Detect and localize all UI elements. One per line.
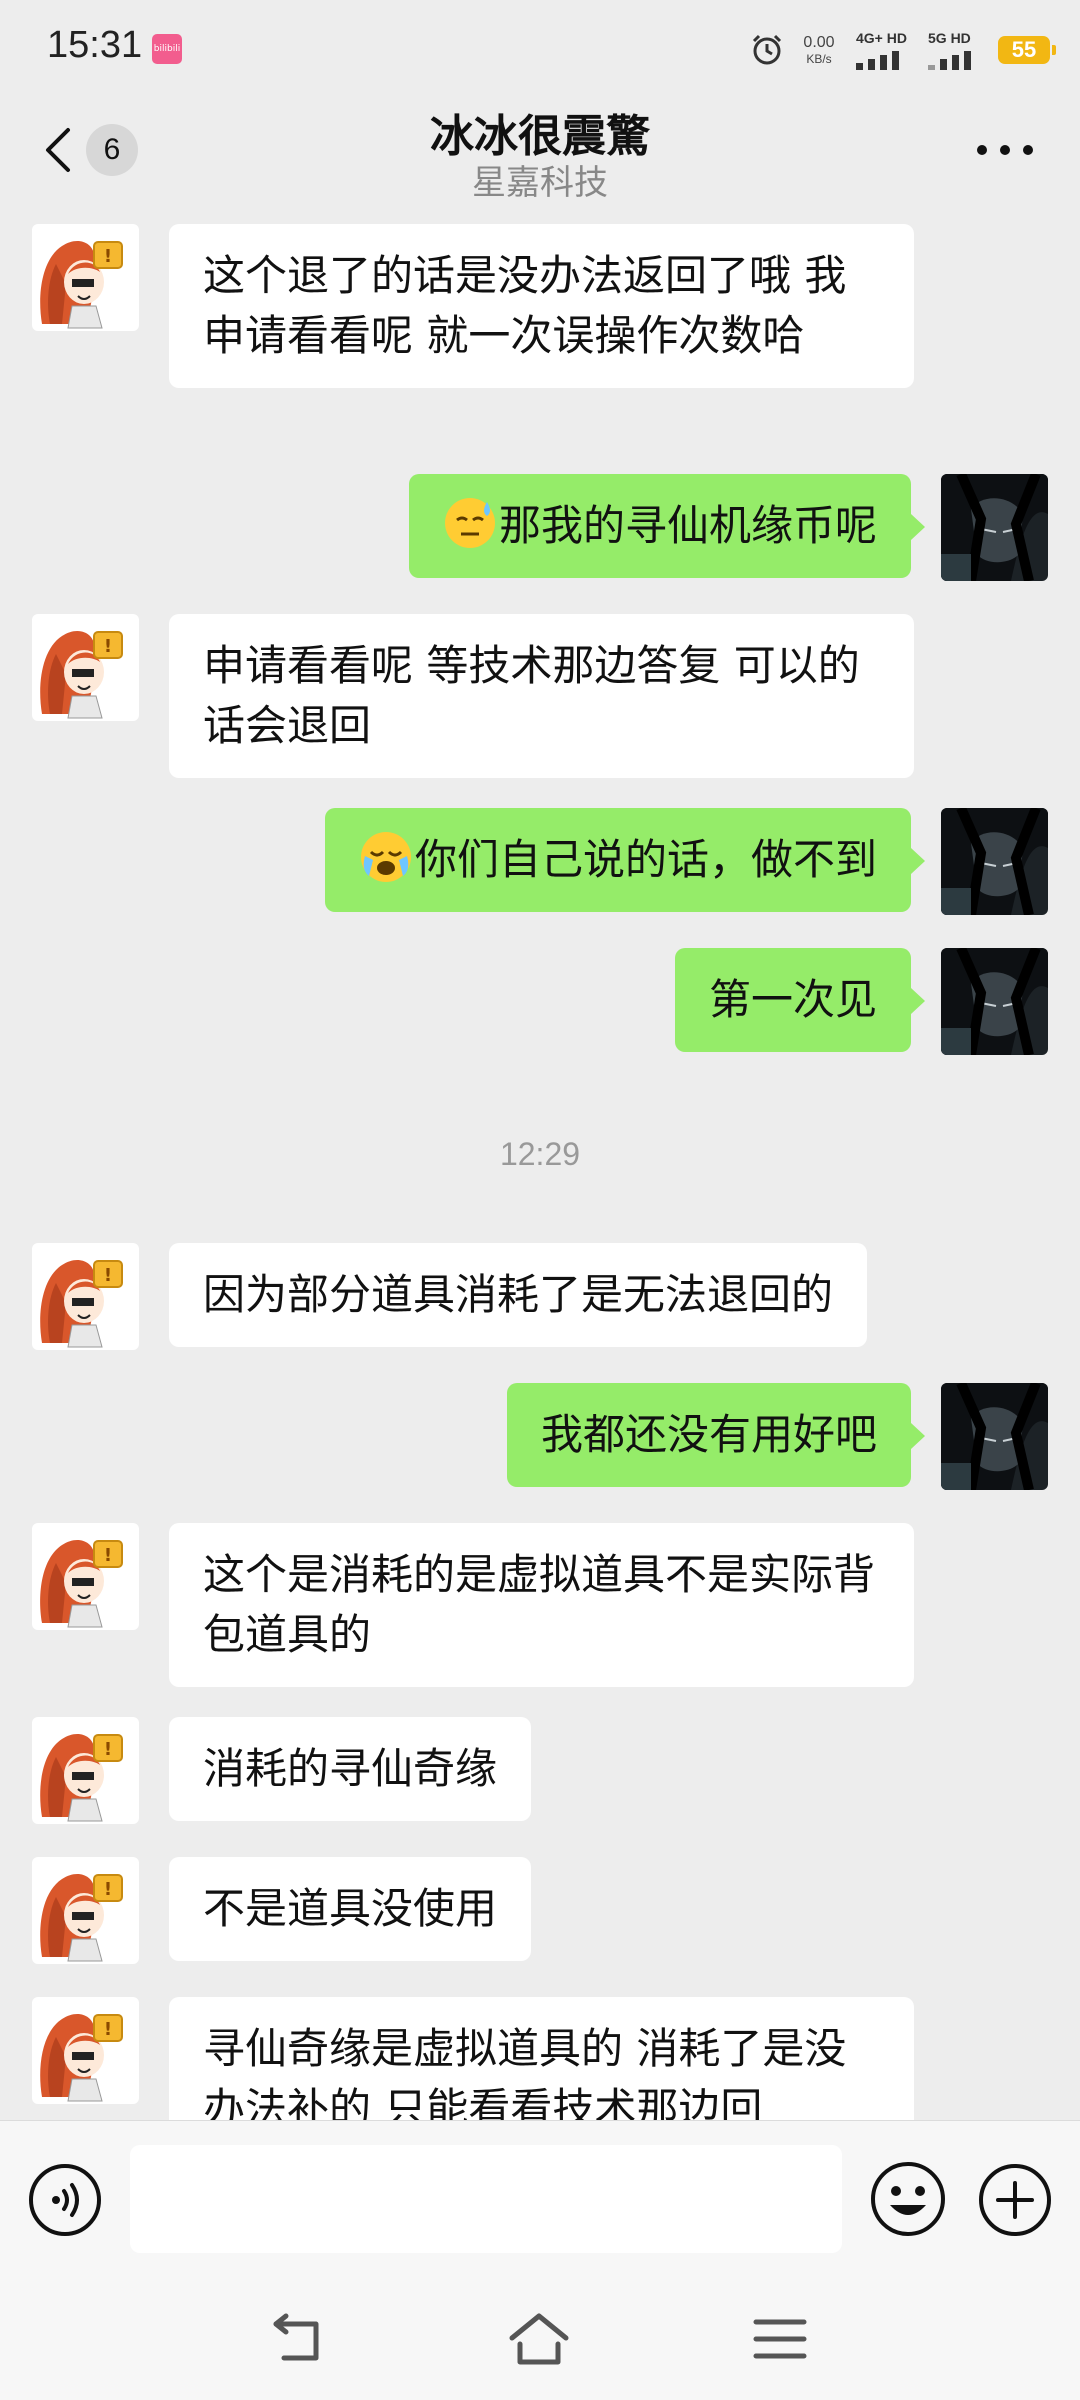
message-bubble[interactable]: 消耗的寻仙奇缘	[169, 1717, 532, 1821]
chat-header: 6 冰冰很震驚 星嘉科技	[0, 100, 1080, 203]
nav-menu-icon[interactable]	[752, 2314, 808, 2364]
user-avatar[interactable]	[941, 1383, 1048, 1490]
message-bubble[interactable]: 我都还没有用好吧	[506, 1383, 926, 1487]
user-avatar[interactable]	[941, 474, 1048, 581]
message-bubble[interactable]: 申请看看呢 等技术那边答复 可以的话会退回	[169, 614, 914, 778]
plus-circle-icon[interactable]	[978, 2163, 1052, 2237]
sim2-label: 5G HD	[928, 30, 971, 46]
contact-avatar[interactable]	[32, 1997, 139, 2104]
net-speed: 0.00 KB/s	[796, 34, 842, 66]
message-bubble[interactable]: 你们自己说的话，做不到	[324, 808, 926, 912]
user-avatar[interactable]	[941, 948, 1048, 1055]
message-bubble[interactable]: 第一次见	[674, 948, 926, 1052]
message-bubble[interactable]: 不是道具没使用	[169, 1857, 532, 1961]
message-text: 那我的寻仙机缘币呢	[498, 501, 877, 550]
back-button[interactable]: 6	[38, 120, 158, 180]
sim1-signal: 4G+ HD	[854, 30, 914, 70]
message-bubble[interactable]: 那我的寻仙机缘币呢	[408, 474, 926, 578]
status-indicators: 0.00 KB/s 4G+ HD 5G HD 55	[750, 28, 1056, 72]
contact-avatar[interactable]	[32, 614, 139, 721]
status-bar: 15:31 bilibili 0.00 KB/s 4G+ HD 5G HD 55	[0, 0, 1080, 100]
alarm-icon	[752, 34, 782, 65]
message-text: 你们自己说的话，做不到	[414, 835, 877, 884]
nav-back-icon[interactable]	[268, 2312, 332, 2368]
sweat-face-emoji	[443, 496, 497, 550]
message-bubble[interactable]: 寻仙奇缘是虚拟道具的 消耗了是没办法补的 只能看看技术那边回	[169, 1997, 914, 2120]
bilibili-app-icon: bilibili	[152, 34, 182, 64]
chevron-left-icon	[46, 128, 70, 172]
contact-avatar[interactable]	[32, 1857, 139, 1964]
time-separator: 12:29	[499, 1136, 581, 1172]
chat-subtitle: 星嘉科技	[472, 163, 608, 203]
net-speed-unit: KB/s	[806, 52, 832, 66]
user-avatar[interactable]	[941, 808, 1048, 915]
net-speed-value: 0.00	[803, 34, 835, 51]
message-bubble[interactable]: 因为部分道具消耗了是无法退回的	[169, 1243, 868, 1347]
sim1-label: 4G+ HD	[856, 30, 907, 46]
signal-bars-icon	[928, 51, 971, 70]
sim2-signal: 5G HD	[926, 30, 986, 70]
message-list[interactable]: 这个退了的话是没办法返回了哦 我申请看看呢 就一次误操作次数哈 那我的寻仙机缘币…	[0, 200, 1080, 2120]
contact-avatar[interactable]	[32, 1243, 139, 1350]
message-bubble[interactable]: 这个退了的话是没办法返回了哦 我申请看看呢 就一次误操作次数哈	[169, 224, 914, 388]
message-input[interactable]	[130, 2145, 842, 2253]
status-time: 15:31	[47, 24, 143, 66]
contact-avatar[interactable]	[32, 224, 139, 331]
system-nav-bar	[0, 2280, 1080, 2400]
contact-avatar[interactable]	[32, 1717, 139, 1824]
nav-home-icon[interactable]	[506, 2310, 572, 2368]
chat-input-bar	[0, 2120, 1080, 2281]
message-bubble[interactable]: 这个是消耗的是虚拟道具不是实际背包道具的	[169, 1523, 914, 1687]
signal-bars-icon	[856, 51, 899, 70]
more-dots-icon[interactable]	[970, 130, 1040, 170]
battery-indicator: 55	[998, 36, 1056, 64]
voice-icon[interactable]	[28, 2163, 102, 2237]
contact-avatar[interactable]	[32, 1523, 139, 1630]
smiley-icon[interactable]	[870, 2161, 946, 2237]
unread-count-badge: 6	[86, 124, 138, 176]
loudly-crying-face-emoji	[359, 830, 413, 884]
